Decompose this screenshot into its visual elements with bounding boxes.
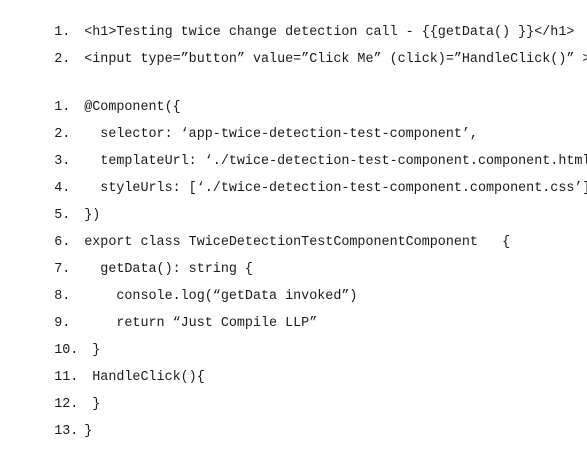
code-line: 13.} <box>6 405 92 439</box>
code-line: 2. selector: ‘app-twice-detection-test-c… <box>6 108 478 142</box>
code-text: return “Just Compile LLP” <box>84 316 318 331</box>
code-line: 1. @Component({ <box>6 81 180 115</box>
code-text: <input type=”button” value=”Click Me” (c… <box>84 52 587 67</box>
code-line: 11. HandleClick(){ <box>6 351 205 385</box>
code-line: 4. styleUrls: [‘./twice-detection-test-c… <box>6 162 587 196</box>
line-number: 2. <box>54 52 71 67</box>
code-line: 8. console.log(“getData invoked”) <box>6 270 357 304</box>
code-line: 3. templateUrl: ‘./twice-detection-test-… <box>6 135 587 169</box>
code-document: 1. <h1>Testing twice change detection cal… <box>0 0 587 439</box>
code-line: 9. return “Just Compile LLP” <box>6 297 317 331</box>
code-text: } <box>84 424 93 439</box>
code-line: 6. export class TwiceDetectionTestCompone… <box>6 216 510 250</box>
code-line: 1. <h1>Testing twice change detection cal… <box>6 6 574 40</box>
line-number: 13. <box>54 424 79 439</box>
code-line: 7. getData(): string { <box>6 243 253 277</box>
code-line: 12. } <box>6 378 100 412</box>
code-line: 2. <input type=”button” value=”Click Me” … <box>6 33 587 67</box>
code-text: styleUrls: [‘./twice-detection-test-comp… <box>84 181 587 196</box>
code-line: 5.}) <box>6 189 100 223</box>
code-text: HandleClick(){ <box>84 370 205 385</box>
code-line: 10. } <box>6 324 100 358</box>
